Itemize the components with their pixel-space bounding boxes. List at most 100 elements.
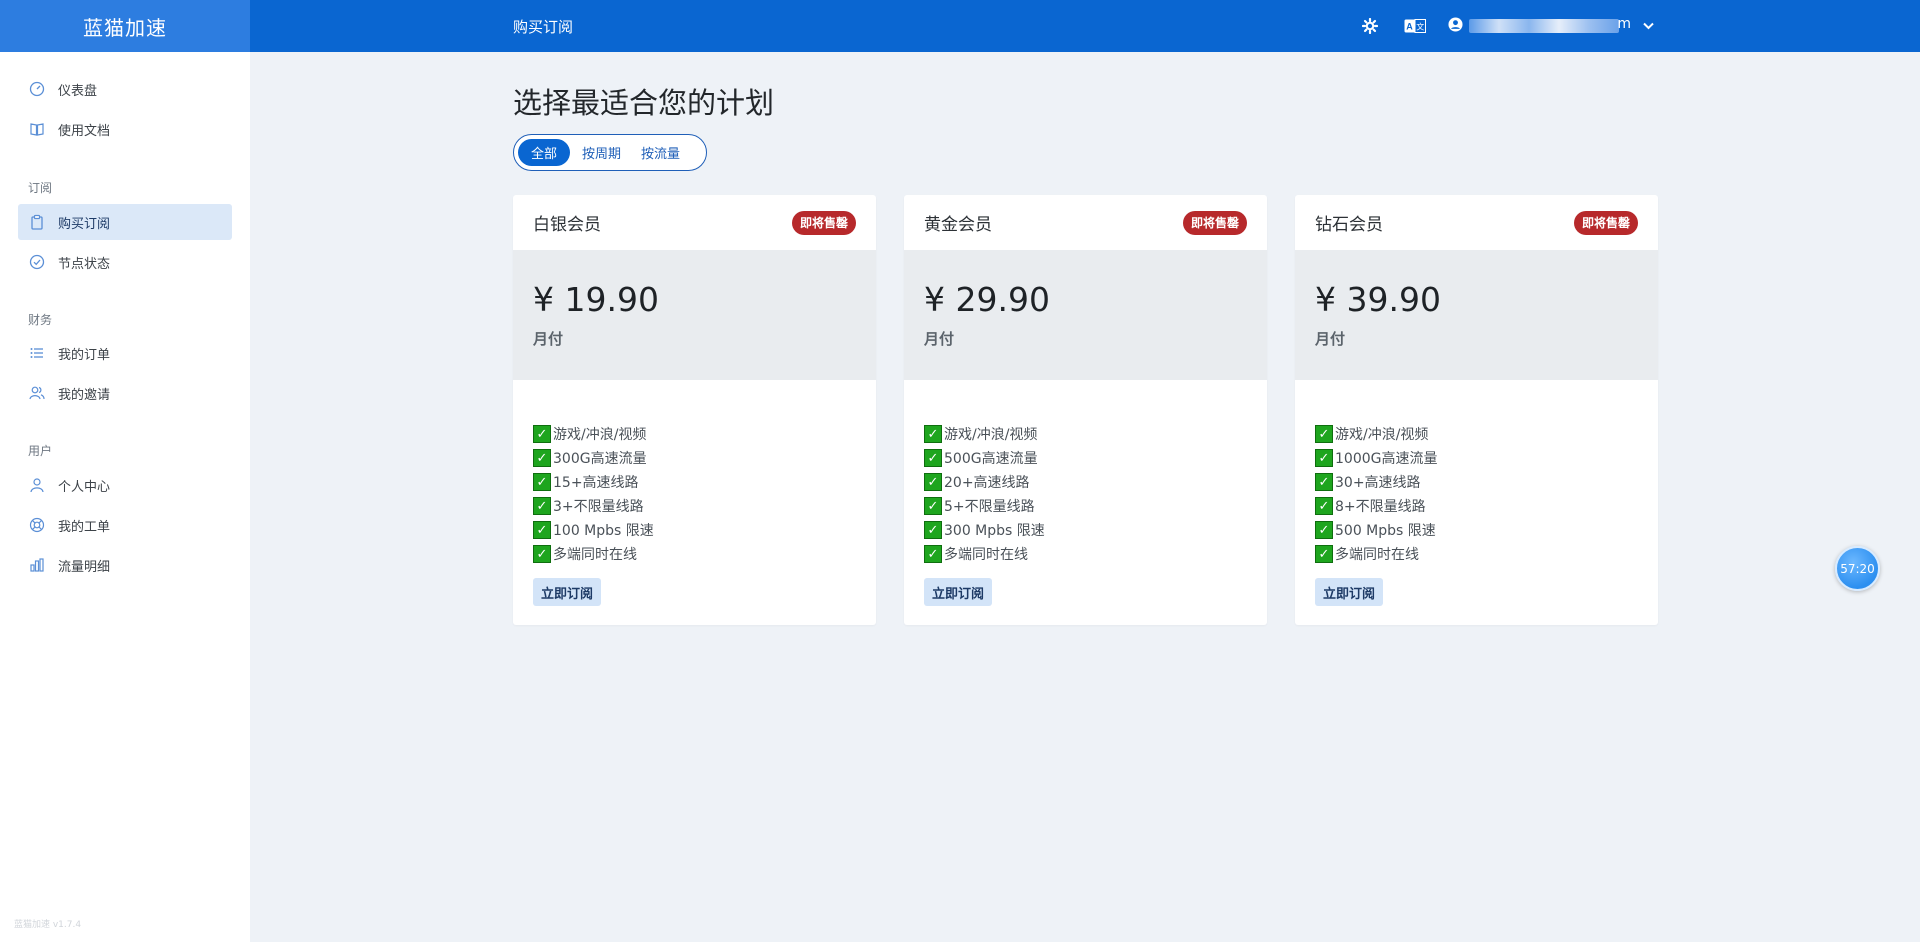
sidebar-section-finance: 财务 xyxy=(28,313,53,327)
check-icon: ✓ xyxy=(924,497,942,515)
check-icon: ✓ xyxy=(924,521,942,539)
plan-period: 月付 xyxy=(924,330,955,348)
sidebar-item-label: 个人中心 xyxy=(58,479,111,495)
check-icon: ✓ xyxy=(924,545,942,563)
sidebar-item-docs[interactable]: 使用文档 xyxy=(18,111,232,147)
page-heading: 选择最适合您的计划 xyxy=(513,86,775,120)
user-icon xyxy=(28,476,46,494)
users-icon xyxy=(28,384,46,402)
header-tools: A文 m xyxy=(1358,0,1654,52)
sidebar-item-label: 我的工单 xyxy=(58,519,111,535)
check-icon: ✓ xyxy=(924,473,942,491)
plan-name: 黄金会员 xyxy=(924,215,992,235)
user-email: m xyxy=(1469,16,1631,33)
plan-filter: 全部 按周期 按流量 xyxy=(513,134,707,171)
check-icon: ✓ xyxy=(533,545,551,563)
brand-logo[interactable]: 蓝猫加速 xyxy=(0,0,250,52)
check-icon: ✓ xyxy=(533,449,551,467)
list-item: ✓ 300 Mpbs 限速 xyxy=(924,518,1247,542)
list-item: ✓ 8+不限量线路 xyxy=(1315,494,1638,518)
filter-by-period[interactable]: 按周期 xyxy=(574,139,629,166)
list-item: ✓ 30+高速线路 xyxy=(1315,470,1638,494)
support-icon xyxy=(28,516,46,534)
plan-period: 月付 xyxy=(1315,330,1346,348)
sidebar-item-label: 流量明细 xyxy=(58,559,111,575)
clipboard-icon xyxy=(28,213,46,231)
plan-price: ¥ 29.90 xyxy=(924,280,1050,319)
status-badge: 即将售罄 xyxy=(1182,210,1247,235)
check-icon: ✓ xyxy=(533,425,551,443)
check-icon: ✓ xyxy=(1315,545,1333,563)
plan-name: 白银会员 xyxy=(533,215,601,235)
plan-name: 钻石会员 xyxy=(1315,215,1383,235)
subscribe-button[interactable]: 立即订阅 xyxy=(1315,578,1384,606)
sidebar-section-user: 用户 xyxy=(28,444,53,458)
app-version: 蓝猫加速 v1.7.4 xyxy=(14,920,82,930)
sidebar-item-traffic[interactable]: 流量明细 xyxy=(18,547,232,583)
plan-card-gold: 黄金会员 即将售罄 ¥ 29.90 月付 ✓ 游戏/冲浪/视频 ✓ 500G高速流量… xyxy=(904,195,1267,625)
user-menu[interactable]: m xyxy=(1448,16,1654,36)
plan-price: ¥ 19.90 xyxy=(533,280,659,319)
gear-icon[interactable] xyxy=(1358,0,1382,52)
sidebar-item-profile[interactable]: 个人中心 xyxy=(18,467,232,503)
chevron-down-icon[interactable] xyxy=(1643,18,1654,34)
plan-card-silver: 白银会员 即将售罄 ¥ 19.90 月付 ✓ 游戏/冲浪/视频 ✓ 300G高速流量… xyxy=(513,195,876,625)
svg-text:A: A xyxy=(1406,22,1413,32)
filter-by-traffic[interactable]: 按流量 xyxy=(633,139,688,166)
feature-list: ✓ 游戏/冲浪/视频 ✓ 1000G高速流量 ✓ 30+高速线路 ✓ 8+不限量线路 ✓… xyxy=(1295,380,1658,606)
check-icon: ✓ xyxy=(1315,425,1333,443)
list-icon xyxy=(28,344,46,362)
subscribe-button[interactable]: 立即订阅 xyxy=(924,578,993,606)
sidebar-item-label: 使用文档 xyxy=(58,123,111,139)
list-item: ✓ 游戏/冲浪/视频 xyxy=(533,422,856,446)
feature-list: ✓ 游戏/冲浪/视频 ✓ 500G高速流量 ✓ 20+高速线路 ✓ 5+不限量线路 ✓ 3… xyxy=(904,380,1267,606)
list-item: ✓ 500 Mpbs 限速 xyxy=(1315,518,1638,542)
sidebar-item-label: 节点状态 xyxy=(58,256,111,272)
svg-text:文: 文 xyxy=(1416,22,1424,32)
list-item: ✓ 游戏/冲浪/视频 xyxy=(924,422,1247,446)
top-bar: 蓝猫加速 购买订阅 A文 m xyxy=(0,0,1920,52)
list-item: ✓ 20+高速线路 xyxy=(924,470,1247,494)
check-icon: ✓ xyxy=(533,521,551,539)
check-icon: ✓ xyxy=(1315,497,1333,515)
list-item: ✓ 多端同时在线 xyxy=(1315,542,1638,566)
sidebar: 仪表盘 使用文档 订阅 购买订阅 节点状态 财务 我的订单 我的邀请 用户 个人… xyxy=(0,52,250,942)
list-item: ✓ 5+不限量线路 xyxy=(924,494,1247,518)
list-item: ✓ 100 Mpbs 限速 xyxy=(533,518,856,542)
plan-card-diamond: 钻石会员 即将售罄 ¥ 39.90 月付 ✓ 游戏/冲浪/视频 ✓ 1000G高速流… xyxy=(1295,195,1658,625)
check-circle-icon xyxy=(28,253,46,271)
check-icon: ✓ xyxy=(1315,473,1333,491)
subscribe-button[interactable]: 立即订阅 xyxy=(533,578,602,606)
list-item: ✓ 1000G高速流量 xyxy=(1315,446,1638,470)
sidebar-item-label: 购买订阅 xyxy=(58,216,111,232)
floating-timer[interactable]: 57:20 xyxy=(1835,546,1880,591)
list-item: ✓ 多端同时在线 xyxy=(533,542,856,566)
status-badge: 即将售罄 xyxy=(1573,210,1638,235)
sidebar-item-label: 我的邀请 xyxy=(58,387,111,403)
language-icon[interactable]: A文 xyxy=(1402,0,1428,52)
sidebar-item-invites[interactable]: 我的邀请 xyxy=(18,375,232,411)
sidebar-item-label: 我的订单 xyxy=(58,347,111,363)
list-item: ✓ 500G高速流量 xyxy=(924,446,1247,470)
list-item: ✓ 300G高速流量 xyxy=(533,446,856,470)
sidebar-item-label: 仪表盘 xyxy=(58,83,98,99)
plan-period: 月付 xyxy=(533,330,564,348)
page-title: 购买订阅 xyxy=(513,17,574,36)
check-icon: ✓ xyxy=(924,425,942,443)
check-icon: ✓ xyxy=(533,497,551,515)
sidebar-item-buy-subscription[interactable]: 购买订阅 xyxy=(18,204,232,240)
list-item: ✓ 多端同时在线 xyxy=(924,542,1247,566)
dashboard-icon xyxy=(28,80,46,98)
check-icon: ✓ xyxy=(924,449,942,467)
sidebar-item-orders[interactable]: 我的订单 xyxy=(18,335,232,371)
sidebar-item-tickets[interactable]: 我的工单 xyxy=(18,507,232,543)
plan-price: ¥ 39.90 xyxy=(1315,280,1441,319)
list-item: ✓ 游戏/冲浪/视频 xyxy=(1315,422,1638,446)
sidebar-section-subscription: 订阅 xyxy=(28,181,53,195)
sidebar-item-dashboard[interactable]: 仪表盘 xyxy=(18,71,232,107)
filter-all[interactable]: 全部 xyxy=(518,139,570,166)
check-icon: ✓ xyxy=(533,473,551,491)
sidebar-item-node-status[interactable]: 节点状态 xyxy=(18,244,232,280)
book-icon xyxy=(28,120,46,138)
list-item: ✓ 3+不限量线路 xyxy=(533,494,856,518)
